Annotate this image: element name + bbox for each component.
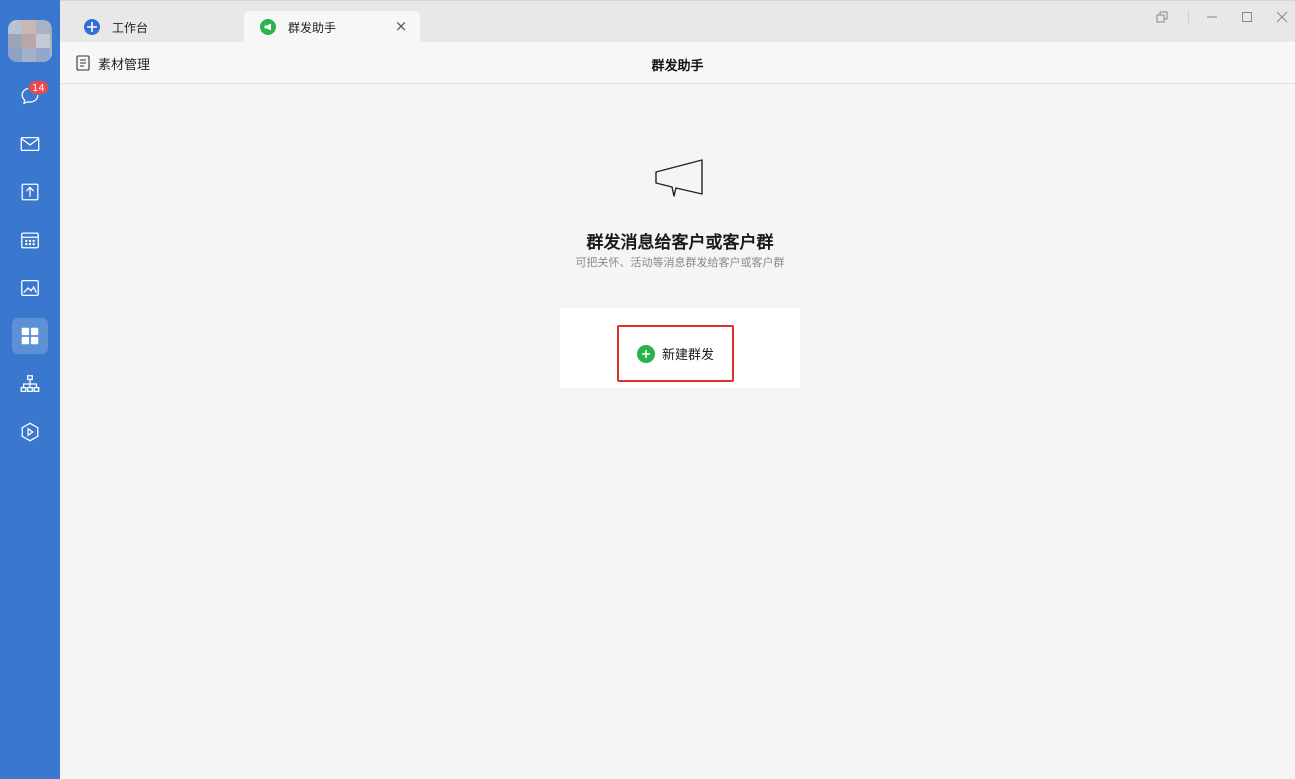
page-title: 群发助手	[651, 59, 704, 74]
org-chart-icon[interactable]	[12, 366, 48, 402]
close-tab-icon[interactable]: ×	[394, 19, 408, 34]
plus-icon	[636, 344, 655, 363]
apps-icon[interactable]	[12, 414, 48, 450]
empty-state-headline: 群发消息给客户或客户群	[586, 233, 774, 253]
megaphone-icon	[655, 159, 703, 197]
avatar[interactable]	[8, 20, 52, 62]
tab-bar: 工作台 群发助手 ×	[60, 0, 1295, 43]
calendar-icon[interactable]	[12, 222, 48, 258]
workbench-icon[interactable]	[12, 318, 48, 354]
docs-icon[interactable]	[12, 174, 48, 210]
workbench-logo-icon	[84, 19, 100, 35]
meeting-icon[interactable]	[12, 270, 48, 306]
divider	[1188, 11, 1189, 23]
minimize-icon[interactable]	[1202, 7, 1222, 27]
sidebar: 14	[0, 0, 60, 779]
new-broadcast-label: 新建群发	[661, 348, 714, 363]
empty-state-description: 可把关怀、活动等消息群发给客户或客户群	[575, 256, 785, 269]
close-icon[interactable]	[1272, 7, 1292, 27]
new-broadcast-button[interactable]: 新建群发	[617, 325, 734, 382]
mail-icon[interactable]	[12, 126, 48, 162]
restore-window-icon[interactable]	[1152, 7, 1172, 27]
broadcast-icon	[260, 19, 276, 35]
maximize-icon[interactable]	[1237, 7, 1257, 27]
empty-state: 群发消息给客户或客户群 可把关怀、活动等消息群发给客户或客户群 新建群发	[60, 84, 1295, 779]
tab-label: 群发助手	[288, 20, 337, 35]
unread-badge: 14	[28, 80, 49, 95]
tab-label: 工作台	[112, 20, 149, 35]
page-header: 素材管理 群发助手	[60, 42, 1295, 84]
tab-broadcast-assistant[interactable]: 群发助手 ×	[244, 11, 420, 43]
action-card: 新建群发	[560, 308, 800, 388]
tab-workbench[interactable]: 工作台	[68, 11, 244, 43]
